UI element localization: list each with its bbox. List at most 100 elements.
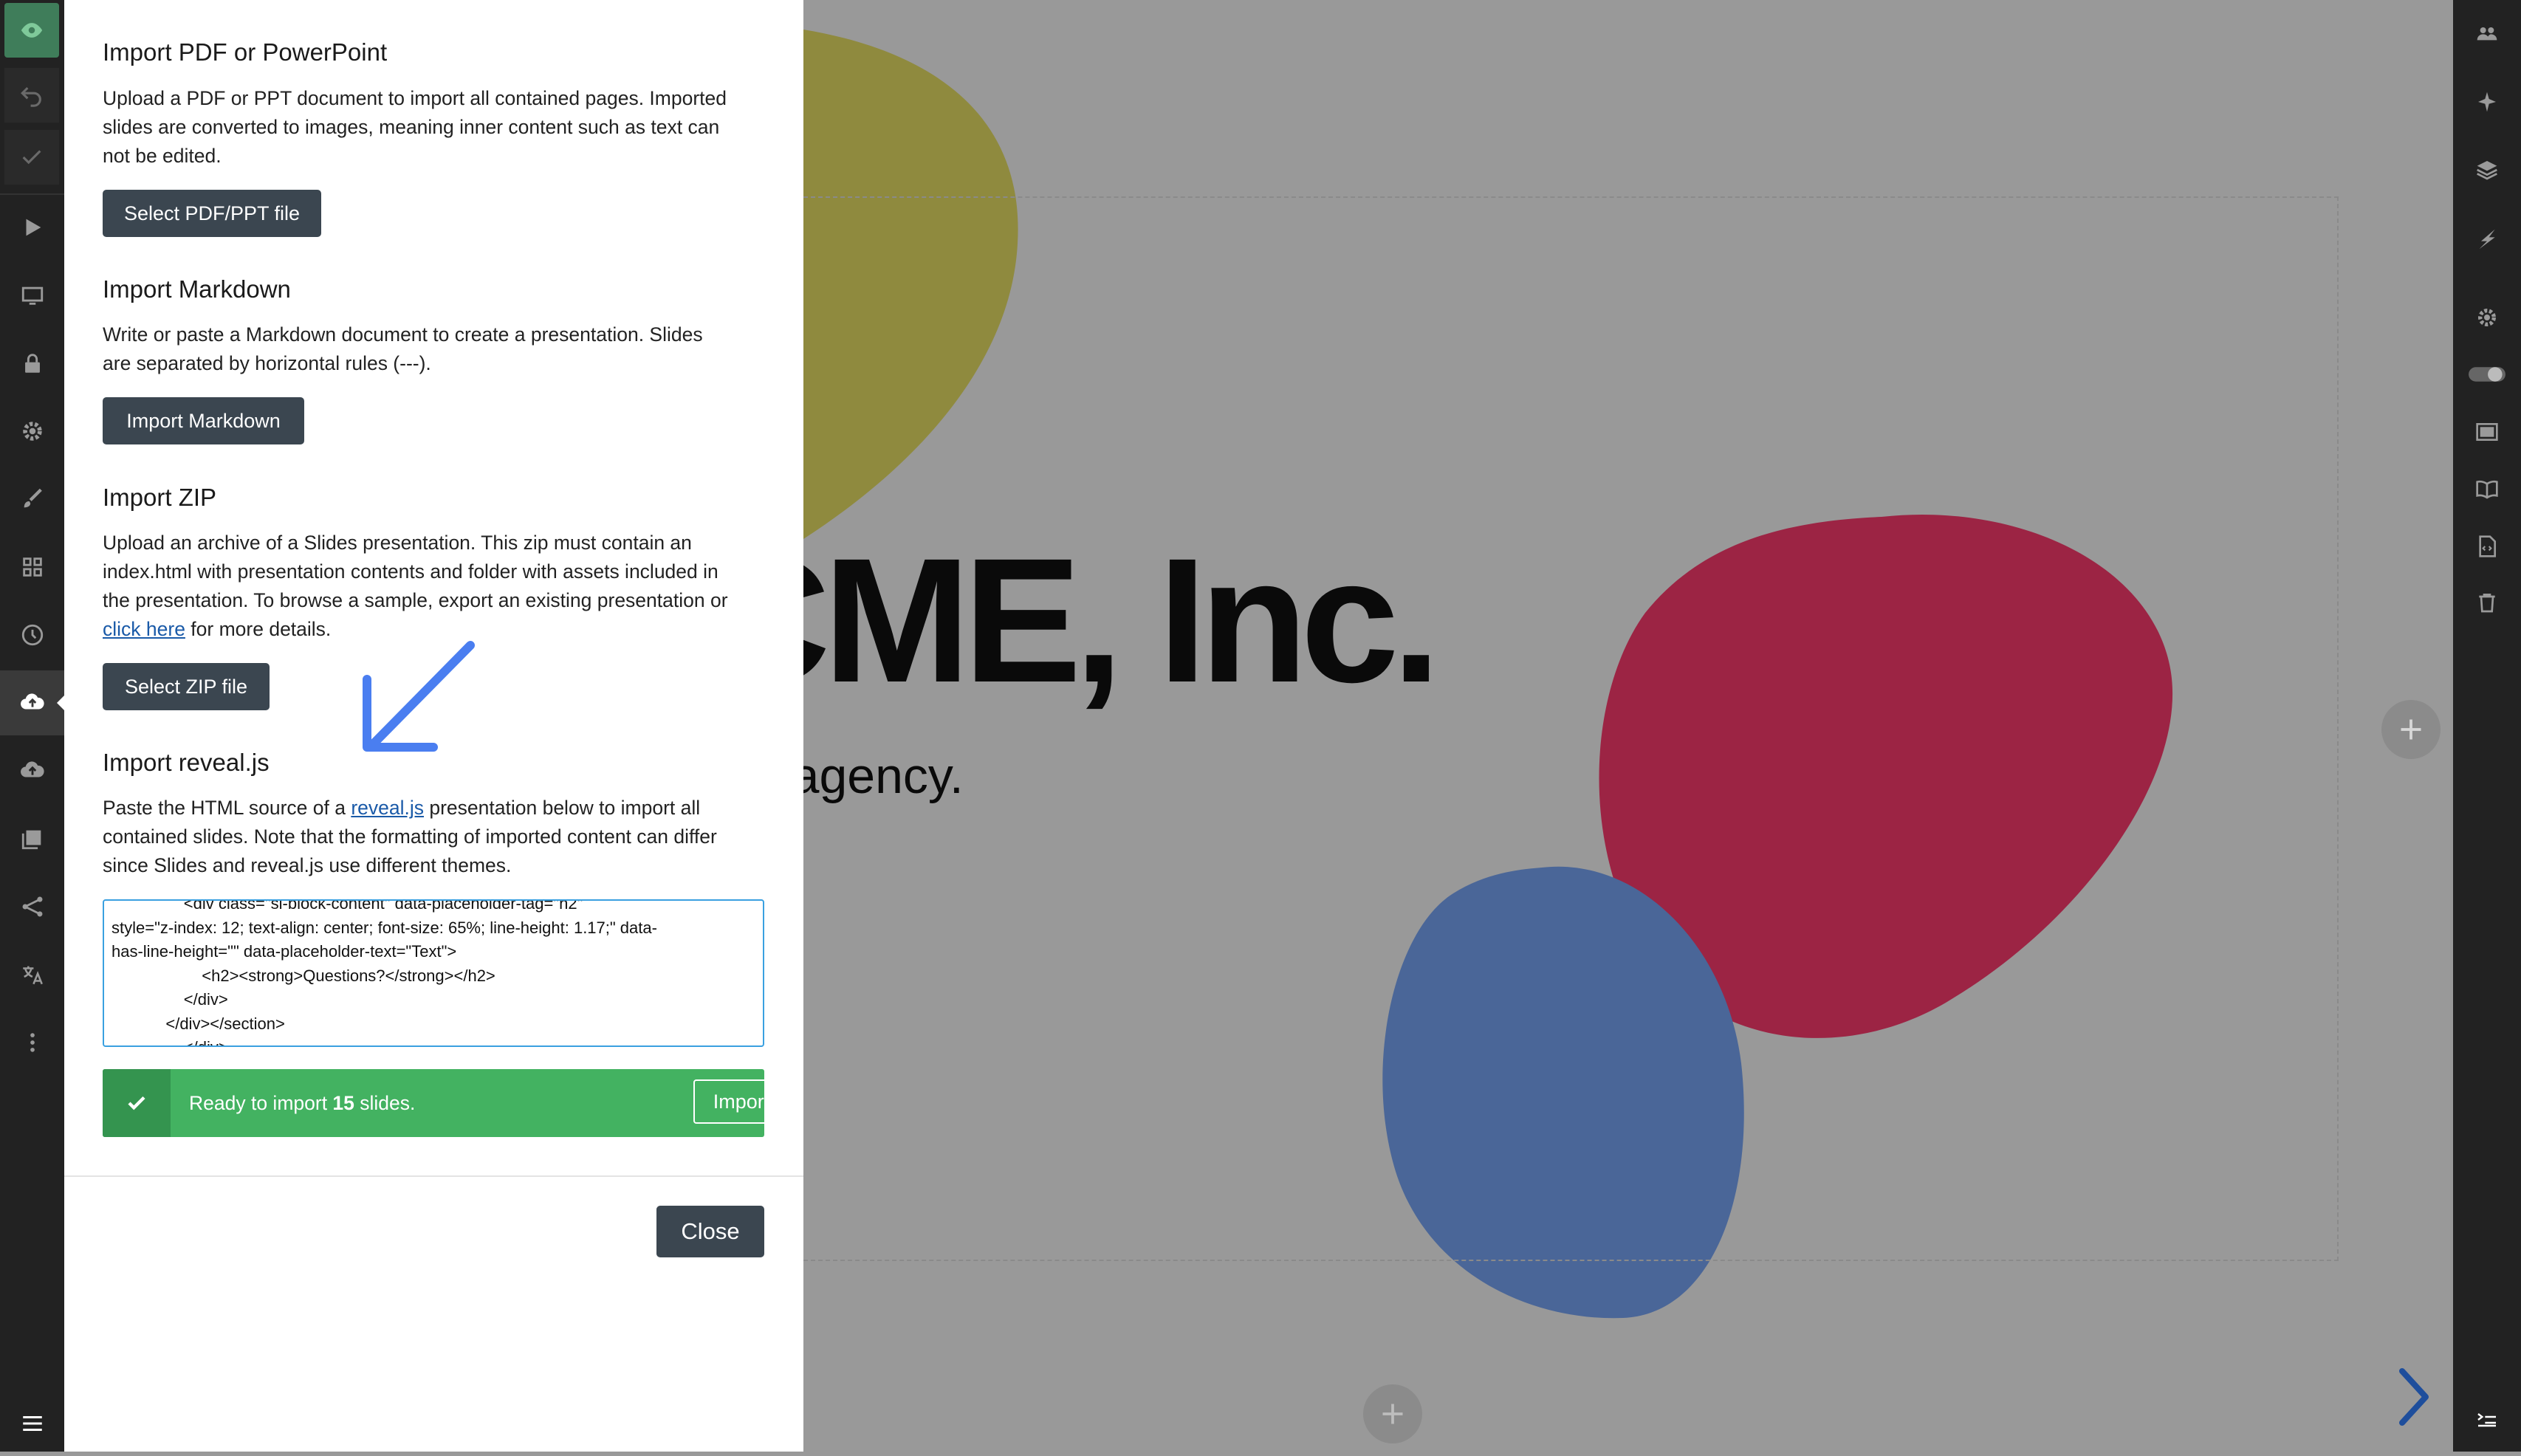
description-line: Paste the HTML source of a reveal.js pre…: [103, 794, 767, 823]
import-upload-icon: [20, 693, 44, 710]
speaker-notes-button[interactable]: [2453, 1390, 2521, 1449]
plus-icon: [1382, 1404, 1403, 1424]
close-button[interactable]: Close: [656, 1206, 764, 1257]
slide-title[interactable]: ACME, Inc.: [803, 532, 1441, 709]
next-slide-chevron-icon[interactable]: [2395, 1367, 2432, 1426]
save-button[interactable]: [4, 130, 59, 185]
slide-subtitle[interactable]: A full-service design agency.: [803, 747, 964, 805]
code-button[interactable]: [2453, 517, 2521, 576]
gear-icon: [2478, 309, 2496, 326]
import-pdf-description: Upload a PDF or PPT document to import a…: [103, 84, 767, 171]
text-segment: presentation below to import all: [424, 797, 701, 819]
description-line: index.html with presentation contents an…: [103, 560, 718, 583]
import-markdown-button[interactable]: Import Markdown: [103, 397, 304, 444]
description-line: contained slides. Note that the formatti…: [103, 825, 717, 848]
present-button[interactable]: [0, 195, 64, 260]
magic-button[interactable]: [2453, 72, 2521, 131]
description-line: are separated by horizontal rules (---).: [103, 352, 431, 374]
preview-button[interactable]: [4, 3, 59, 58]
panel-divider: [64, 1175, 803, 1177]
description-line: Upload a PDF or PPT document to import a…: [103, 87, 727, 109]
grid-button[interactable]: [0, 535, 64, 600]
import-button[interactable]: Import: [693, 1079, 789, 1124]
undo-button[interactable]: [4, 68, 59, 123]
lock-icon: [24, 354, 40, 373]
right-toolbar: [2453, 0, 2521, 1452]
settings-button[interactable]: [0, 399, 64, 464]
status-suffix: slides.: [354, 1092, 416, 1114]
preview-icon: [21, 23, 43, 38]
import-reveal-description: Paste the HTML source of a reveal.js pre…: [103, 794, 767, 880]
description-line: slides are converted to images, meaning …: [103, 116, 720, 138]
export-button[interactable]: [0, 738, 64, 803]
history-button[interactable]: [0, 602, 64, 667]
present-icon: [26, 219, 41, 236]
lock-button[interactable]: [0, 331, 64, 396]
description-line: Upload an archive of a Slides presentati…: [103, 532, 692, 554]
display-icon: [21, 286, 43, 305]
slide-background-button[interactable]: [2453, 402, 2521, 461]
select-zip-button[interactable]: Select ZIP file: [103, 663, 270, 710]
add-slide-below-button[interactable]: [1363, 1384, 1422, 1443]
share-button[interactable]: [0, 874, 64, 939]
translate-icon: [22, 966, 43, 985]
import-reveal-heading: Import reveal.js: [103, 749, 270, 776]
slide-background-icon: [2476, 423, 2498, 441]
reveal-source-textarea[interactable]: <div class="sl-block-content" data-place…: [103, 899, 764, 1047]
more-button[interactable]: [0, 1010, 64, 1075]
delete-slide-button[interactable]: [2453, 573, 2521, 632]
import-status-text: Ready to import 15 slides.: [189, 1069, 415, 1137]
undo-icon: [21, 86, 41, 107]
click-here-link[interactable]: click here: [103, 618, 185, 640]
import-panel: Import PDF or PowerPoint Upload a PDF or…: [64, 0, 803, 1452]
lightning-icon: [2479, 229, 2495, 250]
annotation-arrow-icon: [363, 641, 475, 752]
layers-button[interactable]: [2453, 140, 2521, 199]
check-icon: [128, 1096, 145, 1110]
more-icon: [30, 1033, 35, 1052]
menu-button[interactable]: [0, 1391, 64, 1456]
magic-icon: [2478, 92, 2496, 112]
description-line: not be edited.: [103, 145, 222, 167]
brush-icon: [24, 488, 42, 508]
text-segment: Paste the HTML source of a: [103, 797, 351, 819]
lightning-button[interactable]: [2453, 210, 2521, 269]
grid-icon: [22, 557, 42, 577]
speaker-notes-icon: [2477, 1413, 2496, 1427]
collaborators-button[interactable]: [2453, 4, 2521, 63]
notes-book-icon: [2476, 480, 2498, 499]
description-line: since Slides and reveal.js use different…: [103, 854, 512, 876]
import-markdown-description: Write or paste a Markdown document to cr…: [103, 320, 767, 378]
media-library-icon: [21, 830, 41, 850]
translate-button[interactable]: [0, 942, 64, 1007]
media-library-button[interactable]: [0, 806, 64, 871]
add-slide-right-button[interactable]: [2381, 700, 2441, 759]
slide-settings-button[interactable]: [2453, 288, 2521, 347]
import-markdown-heading: Import Markdown: [103, 275, 291, 303]
style-button[interactable]: [0, 467, 64, 532]
share-icon: [22, 896, 42, 917]
select-pdf-button[interactable]: Select PDF/PPT file: [103, 190, 321, 237]
display-button[interactable]: [0, 263, 64, 328]
menu-icon: [22, 1415, 42, 1432]
import-zip-description: Upload an archive of a Slides presentati…: [103, 529, 767, 644]
plus-icon: [2401, 719, 2421, 740]
notes-button[interactable]: [2453, 459, 2521, 518]
check-icon-box: [103, 1069, 171, 1137]
toggle-icon: [2469, 367, 2505, 382]
left-toolbar: [0, 0, 66, 1452]
import-pdf-heading: Import PDF or PowerPoint: [103, 38, 388, 66]
code-file-icon: [2479, 535, 2496, 557]
slide-frame: [803, 196, 2339, 1261]
layers-icon: [2477, 161, 2497, 180]
settings-icon: [22, 422, 42, 441]
trash-icon: [2479, 594, 2495, 613]
revealjs-link[interactable]: reveal.js: [351, 797, 424, 819]
save-check-icon: [22, 150, 41, 165]
description-line: Write or paste a Markdown document to cr…: [103, 323, 703, 346]
history-icon: [21, 624, 43, 646]
import-status-bar: Ready to import 15 slides. Import: [103, 1069, 789, 1137]
reveal-source-text: <div class="sl-block-content" data-place…: [112, 899, 657, 1045]
toggle-button[interactable]: [2453, 345, 2521, 404]
description-line: the presentation. To browse a sample, ex…: [103, 589, 728, 611]
